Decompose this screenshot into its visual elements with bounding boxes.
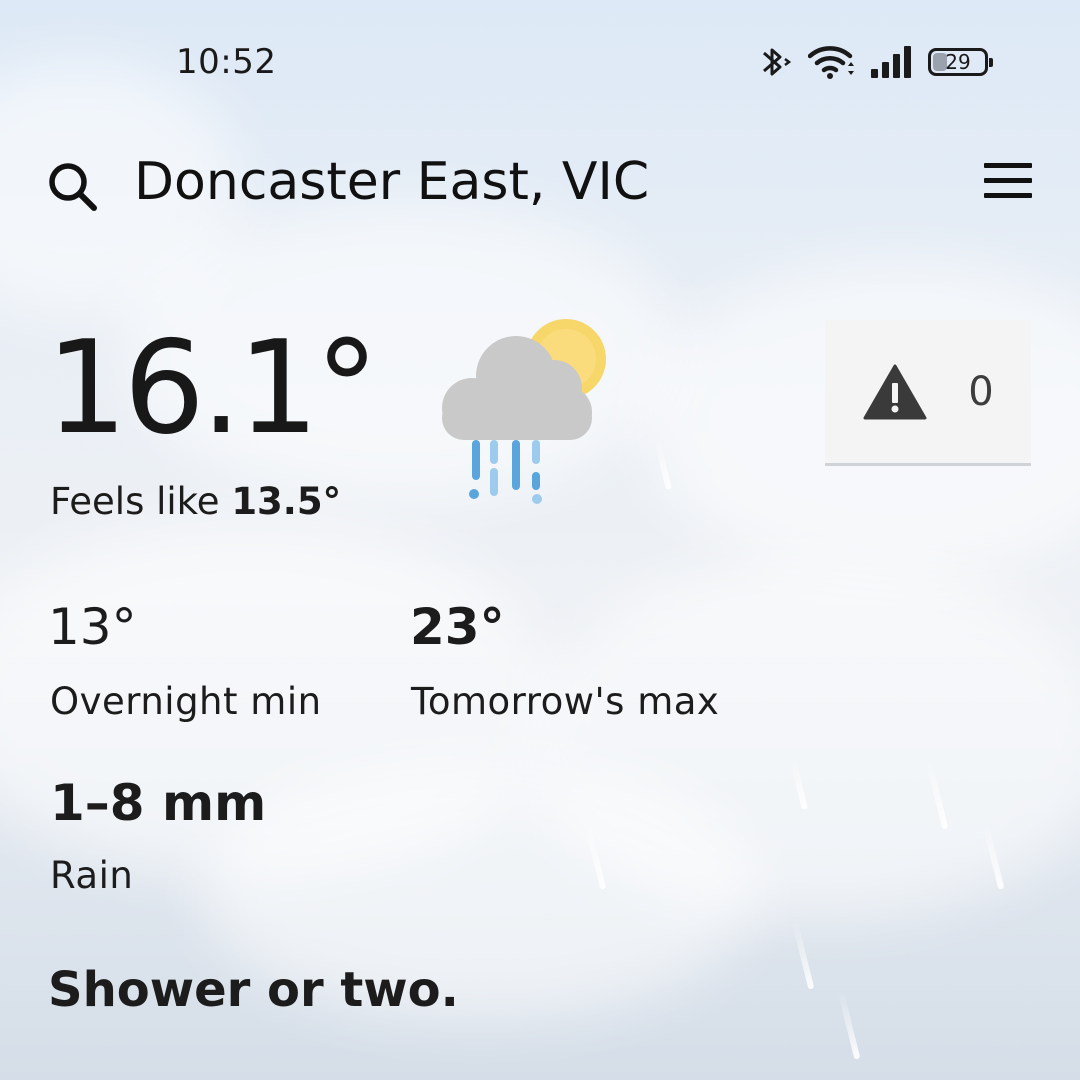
feels-like-label: Feels like [50,480,220,523]
feels-like-value: 13.5° [231,480,342,523]
status-time: 10:52 [176,42,277,82]
warning-icon [863,364,927,419]
tomorrow-max-label: Tomorrow's max [411,680,720,723]
signal-icon [871,46,911,78]
location-title[interactable]: Doncaster East, VIC [134,152,649,212]
status-icons: 29 [756,40,993,84]
rain-amount: 1–8 mm [50,774,267,832]
warning-count: 0 [968,368,994,415]
warnings-button[interactable]: 0 [825,320,1031,466]
battery-level: 29 [945,50,971,74]
feels-like: Feels like 13.5° [50,480,341,523]
overnight-min-value: 13° [48,598,137,656]
showers-partly-sunny-icon [442,319,606,504]
menu-icon[interactable] [982,162,1034,200]
wifi-icon [808,46,854,79]
forecast-summary: Shower or two. [48,962,459,1018]
current-temperature: 16.1° [46,314,379,463]
bluetooth-icon [763,48,792,76]
search-icon[interactable] [46,160,100,214]
tomorrow-max-value: 23° [410,598,505,656]
battery-icon: 29 [928,48,993,76]
rain-label: Rain [50,854,134,897]
overnight-min-label: Overnight min [50,680,322,723]
